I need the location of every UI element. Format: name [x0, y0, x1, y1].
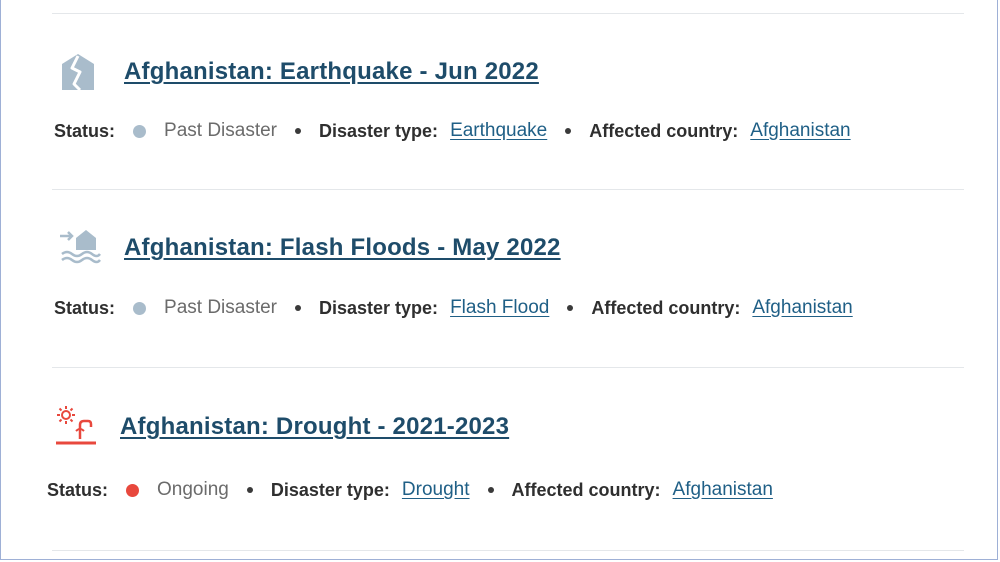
flash-flood-icon — [58, 226, 108, 270]
separator-dot — [246, 487, 253, 493]
disaster-title-link[interactable]: Afghanistan: Earthquake - Jun 2022 — [124, 58, 539, 86]
country-link[interactable]: Afghanistan — [752, 297, 852, 319]
status-dot — [126, 483, 140, 497]
separator-dot — [567, 305, 574, 311]
separator-dot — [295, 128, 301, 134]
divider — [52, 367, 964, 368]
separator-dot — [487, 487, 494, 493]
divider — [52, 13, 964, 14]
disaster-type-label: Disaster type: — [270, 479, 390, 500]
country-link[interactable]: Afghanistan — [750, 120, 850, 142]
disaster-type-link[interactable]: Earthquake — [450, 120, 547, 142]
earthquake-icon — [58, 50, 108, 94]
status-value: Past Disaster — [164, 120, 277, 141]
disaster-title-link[interactable]: Afghanistan: Flash Floods - May 2022 — [124, 234, 561, 262]
separator-dot — [295, 305, 301, 311]
divider — [52, 189, 964, 190]
status-dot — [133, 301, 147, 315]
affected-country-label: Affected country: — [591, 297, 741, 318]
affected-country-label: Affected country: — [589, 120, 739, 141]
divider — [52, 550, 964, 551]
separator-dot — [565, 128, 572, 134]
affected-country-label: Affected country: — [511, 479, 661, 500]
disaster-type-link[interactable]: Flash Flood — [450, 297, 549, 319]
status-label: Status: — [54, 297, 116, 318]
status-value: Past Disaster — [164, 297, 277, 318]
disaster-type-label: Disaster type: — [319, 120, 439, 141]
status-label: Status: — [54, 120, 116, 141]
status-dot — [133, 124, 147, 138]
drought-icon — [54, 405, 104, 449]
status-label: Status: — [47, 479, 109, 500]
disaster-type-label: Disaster type: — [319, 297, 439, 318]
status-value: Ongoing — [157, 479, 229, 500]
disaster-type-link[interactable]: Drought — [402, 479, 470, 501]
disaster-title-link[interactable]: Afghanistan: Drought - 2021-2023 — [120, 413, 509, 441]
country-link[interactable]: Afghanistan — [673, 479, 773, 501]
